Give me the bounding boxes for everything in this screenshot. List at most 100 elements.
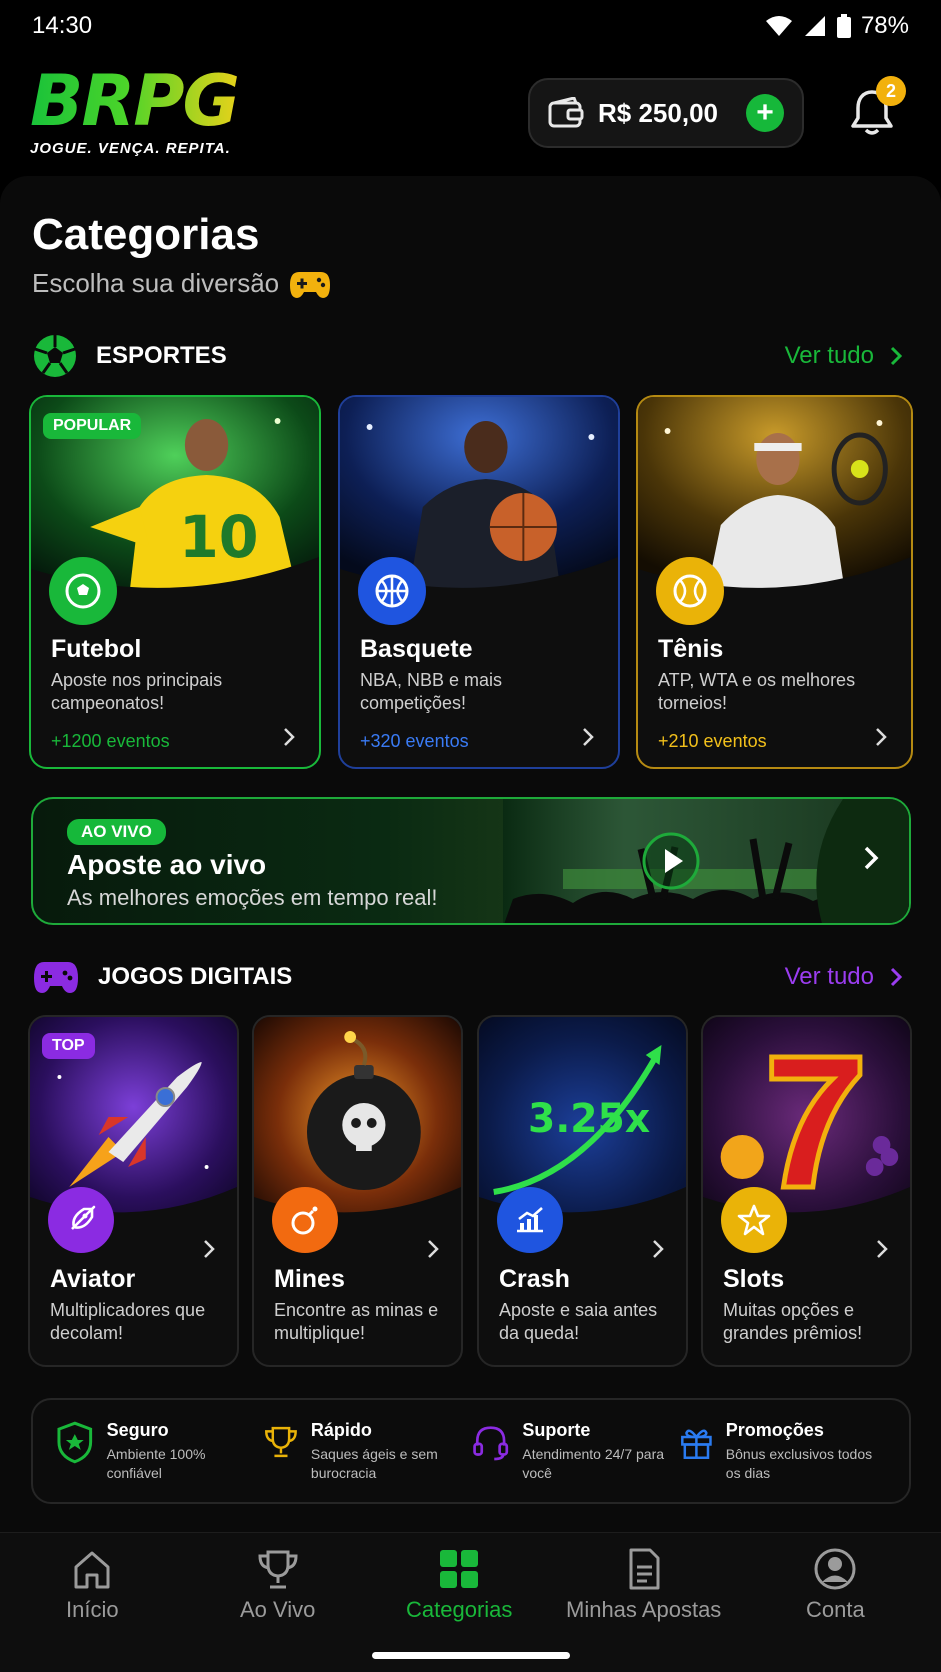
chevron-right-icon [877,1240,888,1258]
games-see-all-link[interactable]: Ver tudo [785,963,902,991]
status-bar: 14:30 78% [0,0,941,52]
feature-description: Ambiente 100% confiável [106,1445,206,1481]
basketball-icon [358,557,426,625]
sport-description: NBA, NBB e mais competições! [360,670,503,713]
game-name: Slots [723,1265,785,1293]
sport-card-futebol[interactable]: 10 POPULAR Futebol Aposte nos principais… [29,395,321,769]
sport-name: Tênis [658,635,724,663]
feature-secure: Seguro Ambiente 100% confiável [55,1420,263,1483]
gift-icon [681,1429,712,1459]
bomb-icon [272,1187,338,1253]
battery-icon [836,14,851,38]
games-section-header: JOGOS DIGITAIS Ver tudo [32,952,902,1002]
sport-name: Futebol [51,635,142,663]
nav-item-minhas-apostas[interactable]: Minhas Apostas [566,1547,721,1623]
feature-description: Bônus exclusivos todos os dias [725,1445,873,1481]
nav-item-inicio[interactable]: Início [66,1547,119,1623]
tennis-ball-icon [656,557,724,625]
sport-name: Basquete [360,635,473,663]
chevron-right-icon [653,1240,664,1258]
stadium-crowd-image [503,799,909,923]
battery-level: 78% [860,12,909,39]
signal-icon [804,16,825,36]
live-banner-subtitle: As melhores emoções em tempo real! [67,885,438,910]
chevron-right-icon [583,728,594,746]
nav-item-conta[interactable]: Conta [806,1547,865,1623]
game-name: Crash [499,1265,570,1293]
game-card-slots[interactable]: Slots Muitas opções e grandes prêmios! [701,1015,912,1367]
live-badge: AO VIVO [67,819,166,845]
feature-support: Suporte Atendimento 24/7 para você [471,1420,679,1483]
top-badge: TOP [42,1033,95,1059]
live-betting-banner[interactable]: AO VIVO Aposte ao vivo As melhores emoçõ… [31,797,911,925]
home-indicator[interactable] [372,1652,570,1659]
star-icon [721,1187,787,1253]
nav-label: Minhas Apostas [566,1597,722,1622]
sports-section-header: ESPORTES Ver tudo [32,331,902,381]
soccer-ball-icon [34,335,76,377]
bomb-image [254,1017,461,1217]
bottom-navigation: Início Ao Vivo Categorias Minhas Apostas… [0,1532,941,1672]
game-card-crash[interactable]: 3.25x Crash Aposte e saia antes da queda… [477,1015,688,1367]
sport-events-count: +1200 eventos [51,731,170,751]
grid-icon [440,1550,479,1588]
soccer-ball-icon [49,557,117,625]
games-see-all-label: Ver tudo [784,963,874,990]
nav-label: Conta [806,1597,865,1622]
sports-see-all-link[interactable]: Ver tudo [785,342,902,370]
sport-card-basquete[interactable]: Basquete NBA, NBB e mais competições! +3… [338,395,620,769]
game-description: Muitas opções e grandes prêmios! [723,1300,863,1343]
logo-tagline: JOGUE. VENÇA. REPITA. [30,140,231,157]
game-name: Mines [274,1265,345,1293]
crash-graph-image: 3.25x [479,1017,686,1217]
chart-icon [497,1187,563,1253]
app-header: BRPG JOGUE. VENÇA. REPITA. R$ 250,00 + 2 [0,60,941,170]
page-title: Categorias [32,210,260,259]
headset-icon [473,1425,509,1460]
feature-fast: Rápido Saques ágeis e sem burocracia [263,1420,471,1483]
nav-item-ao-vivo[interactable]: Ao Vivo [240,1547,315,1623]
chevron-right-icon [876,728,887,746]
wifi-icon [765,16,792,36]
status-time: 14:30 [32,12,93,39]
features-strip: Seguro Ambiente 100% confiável Rápido Saqu… [31,1398,911,1504]
game-description: Multiplicadores que decolam! [50,1300,206,1343]
game-card-mines[interactable]: Mines Encontre as minas e multiplique! [252,1015,463,1367]
games-section-title: JOGOS DIGITAIS [98,963,293,990]
add-funds-icon[interactable]: + [746,94,784,132]
chevron-right-icon [890,967,902,987]
user-icon [814,1548,856,1590]
nav-label: Ao Vivo [240,1597,316,1622]
game-description: Aposte e saia antes da queda! [499,1300,658,1343]
document-icon [629,1548,660,1590]
game-card-aviator[interactable]: TOP Aviator Multiplicadores que decolam! [28,1015,239,1367]
chevron-right-icon [864,846,879,870]
sport-events-count: +210 eventos [658,731,767,751]
feature-title: Rápido [310,1419,372,1440]
play-icon[interactable] [641,831,701,891]
logo-wordmark: BRPG [30,60,240,142]
sports-section-title: ESPORTES [96,342,227,369]
brand-logo[interactable]: BRPG JOGUE. VENÇA. REPITA. [30,60,240,157]
live-banner-title: Aposte ao vivo [67,849,267,880]
sport-card-tenis[interactable]: Tênis ATP, WTA e os melhores torneios! +… [636,395,913,769]
feature-title: Suporte [522,1419,591,1440]
chevron-right-icon [428,1240,439,1258]
svg-text:10: 10 [179,504,259,571]
sport-description: ATP, WTA e os melhores torneios! [658,670,856,713]
status-icons: 78% [765,12,909,40]
balance-amount: R$ 250,00 [598,97,718,128]
chevron-right-icon [204,1240,215,1258]
crash-multiplier-text: 3.25x [528,1096,650,1142]
feature-title: Promoções [725,1419,824,1440]
trophy-icon [258,1550,298,1589]
chevron-right-icon [284,728,295,746]
nav-item-categorias[interactable]: Categorias [406,1547,512,1623]
sport-events-count: +320 eventos [360,731,469,751]
notification-count-badge: 2 [876,76,906,106]
wallet-balance-button[interactable]: R$ 250,00 + [528,78,804,148]
chevron-right-icon [890,346,902,366]
game-name: Aviator [50,1265,136,1293]
nav-label: Início [66,1597,119,1622]
feature-description: Saques ágeis e sem burocracia [310,1445,438,1481]
